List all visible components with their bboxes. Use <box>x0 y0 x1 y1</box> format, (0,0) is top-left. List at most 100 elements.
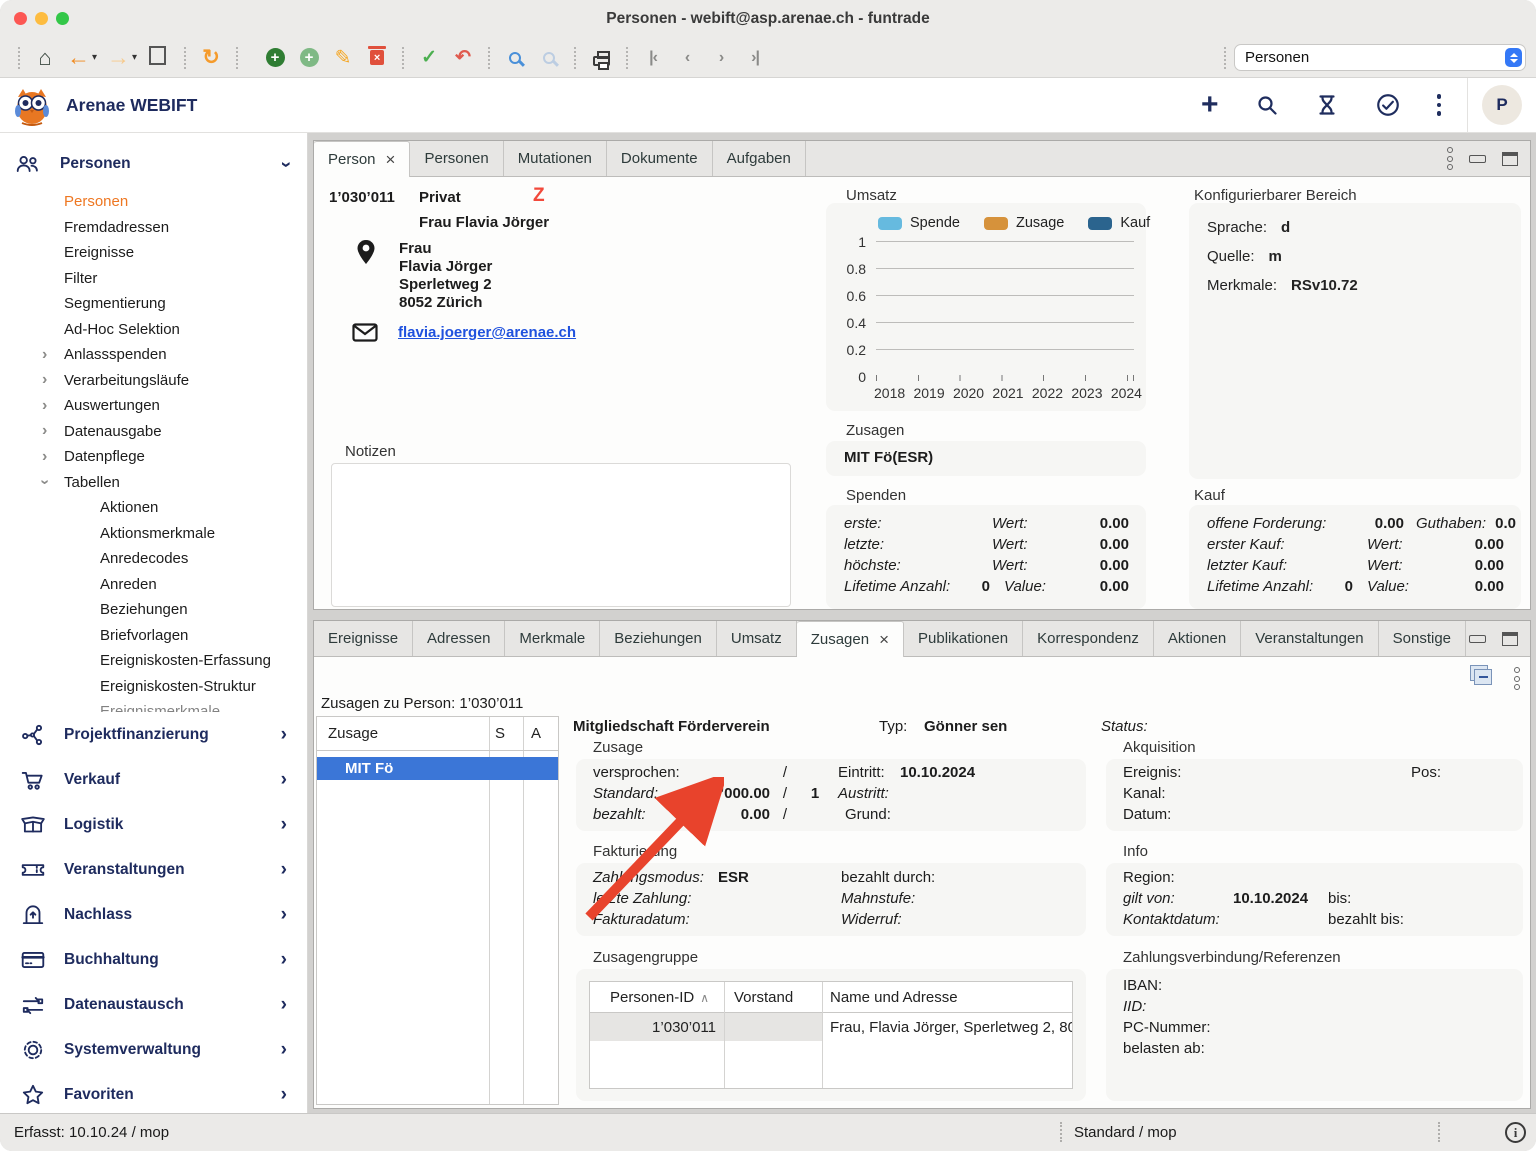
sidebar-item-anreden[interactable]: Anreden <box>0 572 307 598</box>
maximize-panel-icon[interactable] <box>1502 632 1518 646</box>
tab-publikationen[interactable]: Publikationen <box>904 621 1023 656</box>
sidebar-item-ereignisse[interactable]: Ereignisse <box>0 240 307 266</box>
tab-beziehungen[interactable]: Beziehungen <box>600 621 717 656</box>
sidebar-item-briefvorlagen[interactable]: Briefvorlagen <box>0 623 307 649</box>
col-zusage[interactable]: Zusage <box>328 725 378 742</box>
sidebar-group-veranstaltungen[interactable]: Veranstaltungen › <box>0 847 307 892</box>
forward-icon[interactable]: →▾ <box>107 44 137 72</box>
search-icon[interactable] <box>503 44 527 72</box>
nav-next-icon[interactable]: › <box>709 44 733 72</box>
edit-icon[interactable]: ✎ <box>331 44 355 72</box>
nav-last-icon[interactable]: ›| <box>743 44 767 72</box>
col-a[interactable]: A <box>531 725 541 742</box>
tab-umsatz[interactable]: Umsatz <box>717 621 797 656</box>
tab-sonstige[interactable]: Sonstige <box>1379 621 1466 656</box>
sidebar-group-logistik[interactable]: Logistik › <box>0 802 307 847</box>
zusagengruppe-row[interactable]: 1’030’011 Frau, Flavia Jörger, Sperletwe… <box>590 1013 1072 1041</box>
print-icon[interactable] <box>589 44 613 72</box>
close-window-button[interactable] <box>14 12 27 25</box>
tab-person[interactable]: Person× <box>314 141 410 177</box>
person-email-link[interactable]: flavia.joerger@arenae.ch <box>398 324 576 341</box>
chevron-right-icon[interactable]: › <box>42 422 47 440</box>
home-icon[interactable]: ⌂ <box>33 44 57 72</box>
chevron-right-icon[interactable]: › <box>42 448 47 466</box>
zusagen-list-row-selected[interactable]: MIT Fö <box>317 757 558 780</box>
sidebar-item-personen[interactable]: Personen <box>0 189 307 215</box>
sidebar-item-anlassspenden[interactable]: ›Anlassspenden <box>0 342 307 368</box>
user-avatar[interactable]: P <box>1482 85 1522 125</box>
col-name-adresse[interactable]: Name und Adresse <box>822 989 1072 1006</box>
minimize-panel-icon[interactable] <box>1469 635 1486 643</box>
back-caret-icon[interactable]: ▾ <box>92 52 97 63</box>
tab-adressen[interactable]: Adressen <box>413 621 505 656</box>
sidebar-item-segmentierung[interactable]: Segmentierung <box>0 291 307 317</box>
sidebar-group-favoriten[interactable]: Favoriten › <box>0 1072 307 1113</box>
chevron-right-icon[interactable]: › <box>42 346 47 364</box>
global-search-icon[interactable] <box>1255 93 1279 117</box>
info-icon[interactable]: i <box>1505 1122 1526 1143</box>
nav-first-icon[interactable]: |‹ <box>641 44 665 72</box>
sidebar-item-anredecodes[interactable]: Anredecodes <box>0 546 307 572</box>
search-person-icon[interactable] <box>537 44 561 72</box>
refresh-icon[interactable]: ↻ <box>199 44 223 72</box>
sidebar-item-datenausgabe[interactable]: ›Datenausgabe <box>0 419 307 445</box>
more-options-icon[interactable] <box>1437 94 1442 116</box>
copy-pages-icon[interactable] <box>147 44 171 72</box>
sidebar-item-adhoc-selektion[interactable]: Ad-Hoc Selektion <box>0 317 307 343</box>
tab-korrespondenz[interactable]: Korrespondenz <box>1023 621 1154 656</box>
sidebar-item-beziehungen[interactable]: Beziehungen <box>0 597 307 623</box>
sidebar-item-filter[interactable]: Filter <box>0 266 307 292</box>
tab-aufgaben[interactable]: Aufgaben <box>713 141 806 176</box>
select-stepper-icon[interactable] <box>1505 48 1522 67</box>
tab-personen[interactable]: Personen <box>410 141 503 176</box>
sidebar-group-projektfinanzierung[interactable]: Projektfinanzierung › <box>0 712 307 757</box>
sidebar-item-aktionsmerkmale[interactable]: Aktionsmerkmale <box>0 521 307 547</box>
sidebar-group-personen[interactable]: Personen › <box>0 147 307 181</box>
sidebar-item-ereigniskosten-erfassung[interactable]: Ereigniskosten-Erfassung <box>0 648 307 674</box>
chevron-down-icon[interactable]: › <box>276 161 295 167</box>
tab-mutationen[interactable]: Mutationen <box>504 141 607 176</box>
chevron-down-icon[interactable]: › <box>36 480 54 485</box>
notes-area[interactable] <box>331 463 791 607</box>
panel-options-icon[interactable] <box>1447 147 1453 170</box>
maximize-panel-icon[interactable] <box>1502 152 1518 166</box>
sidebar-item-ereigniskosten-struktur[interactable]: Ereigniskosten-Struktur <box>0 674 307 700</box>
close-tab-icon[interactable]: × <box>386 150 396 170</box>
minimize-panel-icon[interactable] <box>1469 155 1486 163</box>
tab-dokumente[interactable]: Dokumente <box>607 141 713 176</box>
sidebar-group-verkauf[interactable]: Verkauf › <box>0 757 307 802</box>
new-icon[interactable]: + <box>1201 90 1219 120</box>
confirm-icon[interactable]: ✓ <box>417 44 441 72</box>
undo-icon[interactable]: ↶ <box>451 44 475 72</box>
sidebar-item-fremdadressen[interactable]: Fremdadressen <box>0 215 307 241</box>
col-s[interactable]: S <box>495 725 519 742</box>
sidebar-group-systemverwaltung[interactable]: Systemverwaltung › <box>0 1027 307 1072</box>
tab-ereignisse[interactable]: Ereignisse <box>314 621 413 656</box>
nav-prev-icon[interactable]: ‹ <box>675 44 699 72</box>
sidebar-item-verarbeitungslaeufe[interactable]: ›Verarbeitungsläufe <box>0 368 307 394</box>
tab-zusagen[interactable]: Zusagen× <box>797 621 904 657</box>
sidebar-group-buchhaltung[interactable]: Buchhaltung › <box>0 937 307 982</box>
chevron-right-icon[interactable]: › <box>42 371 47 389</box>
tab-veranstaltungen[interactable]: Veranstaltungen <box>1241 621 1378 656</box>
delete-icon[interactable]: × <box>365 44 389 72</box>
add-record-icon[interactable]: + <box>263 44 287 72</box>
sidebar-item-auswertungen[interactable]: ›Auswertungen <box>0 393 307 419</box>
hourglass-icon[interactable] <box>1315 93 1339 117</box>
sidebar-item-ereignismerkmale[interactable]: Ereignismerkmale <box>0 699 307 712</box>
sidebar-group-datenaustausch[interactable]: Datenaustausch › <box>0 982 307 1027</box>
check-circle-icon[interactable] <box>1375 92 1401 118</box>
tab-merkmale[interactable]: Merkmale <box>505 621 600 656</box>
chevron-right-icon[interactable]: › <box>42 397 47 415</box>
back-icon[interactable]: ←▾ <box>67 44 97 72</box>
minimize-window-button[interactable] <box>35 12 48 25</box>
context-select[interactable]: Personen <box>1234 44 1526 71</box>
sidebar-group-nachlass[interactable]: Nachlass › <box>0 892 307 937</box>
sidebar-item-datenpflege[interactable]: ›Datenpflege <box>0 444 307 470</box>
forward-caret-icon[interactable]: ▾ <box>132 52 137 63</box>
zoom-window-button[interactable] <box>56 12 69 25</box>
cascade-windows-icon[interactable] <box>1474 669 1492 685</box>
col-personen-id[interactable]: Personen-ID∧ <box>590 989 724 1006</box>
close-tab-icon[interactable]: × <box>879 630 889 650</box>
add-copy-record-icon[interactable]: + <box>297 44 321 72</box>
